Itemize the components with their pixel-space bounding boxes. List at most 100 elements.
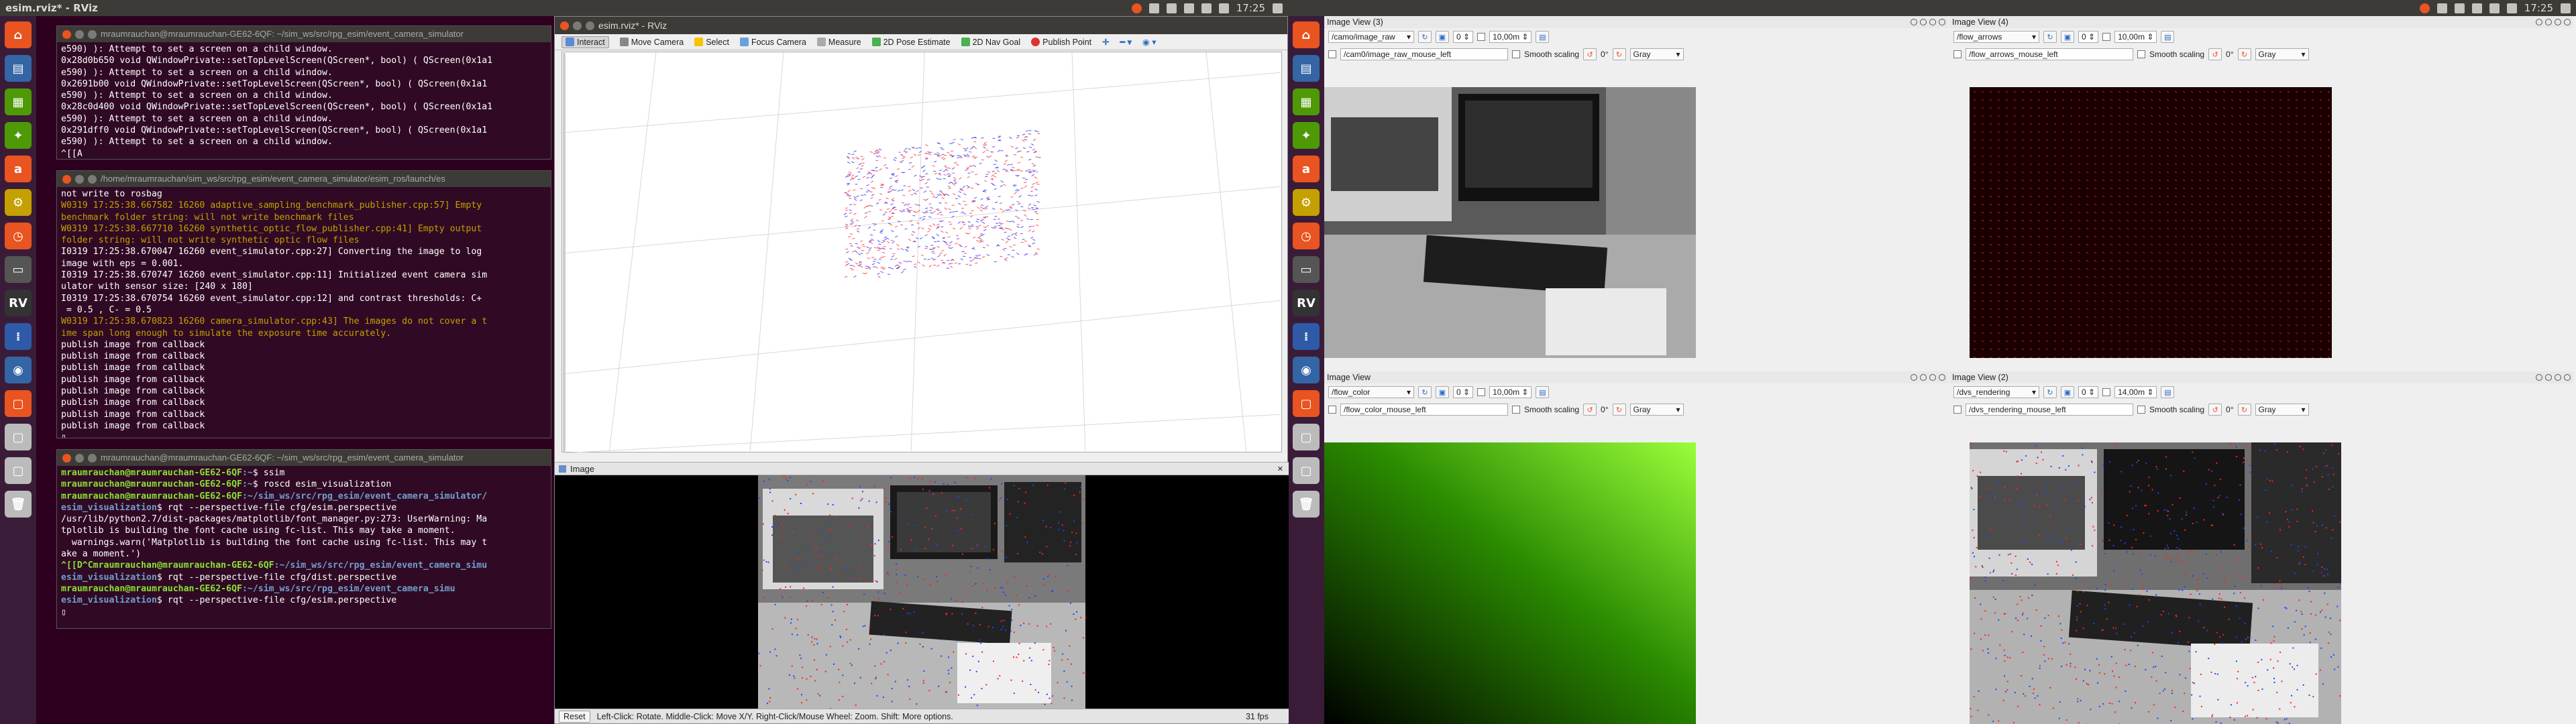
pane-titlebar[interactable]: Image View (4) — [1949, 16, 2573, 28]
range-spinbox[interactable]: 14,00m ⇕ — [2114, 386, 2157, 398]
rotate-right-icon[interactable]: ↻ — [1612, 48, 1626, 60]
pane-titlebar[interactable]: Image View (3) — [1324, 16, 1948, 28]
options-icon[interactable] — [1929, 374, 1936, 381]
terminal-window-2[interactable]: /home/mraumrauchan/sim_ws/src/rpg_esim/e… — [56, 170, 551, 438]
network-icon[interactable] — [2471, 3, 2482, 13]
terminal-window-3[interactable]: mraumrauchan@mraumrauchan-GE62-6QF: ~/si… — [56, 449, 551, 629]
reload-icon[interactable] — [1920, 19, 1927, 25]
launcher-item[interactable]: ▢ — [1293, 424, 1320, 450]
launcher-item[interactable]: a — [5, 156, 32, 182]
zoom-icon[interactable]: ▣ — [2061, 386, 2074, 398]
tool-publish-point[interactable]: Publish Point — [1031, 38, 1091, 47]
gear-icon[interactable] — [2561, 3, 2571, 13]
colormap-select[interactable]: Gray ▾ — [2255, 48, 2309, 60]
range-checkbox[interactable] — [1477, 33, 1486, 41]
chrome-icon[interactable] — [2419, 3, 2430, 13]
rotate-left-icon[interactable]: ↺ — [2208, 404, 2222, 416]
range-checkbox[interactable] — [2102, 33, 2111, 41]
rotate-left-icon[interactable]: ↺ — [1583, 48, 1597, 60]
clock[interactable]: 17:25 — [1236, 2, 1265, 14]
close-icon[interactable] — [62, 29, 71, 39]
terminal-titlebar[interactable]: mraumrauchan@mraumrauchan-GE62-6QF: ~/si… — [57, 450, 551, 466]
help-icon[interactable] — [1911, 19, 1917, 25]
topic-select[interactable]: /flow_color ▾ — [1328, 386, 1414, 398]
minimize-icon[interactable] — [75, 174, 84, 184]
launcher-item[interactable]: ✦ — [5, 122, 32, 149]
add-tool-button[interactable]: ✛ — [1102, 37, 1109, 47]
launcher-item[interactable]: ◷ — [5, 223, 32, 249]
dropbox-icon[interactable] — [1148, 3, 1159, 13]
colormap-select[interactable]: Gray ▾ — [1629, 48, 1684, 60]
launcher-item[interactable]: ⚙ — [1293, 189, 1320, 216]
refresh-icon[interactable]: ↻ — [1418, 31, 1432, 43]
launcher-item[interactable]: ▢ — [1293, 390, 1320, 417]
minimize-icon[interactable] — [75, 29, 84, 39]
terminal-output[interactable]: not write to rosbag W0319 17:25:38.667582… — [57, 187, 551, 438]
help-icon[interactable] — [2536, 374, 2542, 381]
close-icon[interactable] — [2564, 19, 2571, 25]
mouse-publish-checkbox[interactable] — [1953, 50, 1962, 58]
launcher-item[interactable]: ⁞ — [5, 323, 32, 350]
launcher-item[interactable]: ▦ — [1293, 88, 1320, 115]
range-checkbox[interactable] — [2102, 388, 2111, 396]
launcher-item[interactable]: ◉ — [5, 357, 32, 383]
save-icon[interactable]: ▤ — [2161, 386, 2175, 398]
dropbox-icon[interactable] — [2436, 3, 2447, 13]
tool-2d-nav-goal[interactable]: 2D Nav Goal — [961, 38, 1020, 47]
maximize-icon[interactable] — [88, 29, 97, 39]
minimize-icon[interactable] — [75, 453, 84, 463]
rotate-right-icon[interactable]: ↻ — [2237, 404, 2251, 416]
terminal-titlebar[interactable]: /home/mraumrauchan/sim_ws/src/rpg_esim/e… — [57, 171, 551, 187]
rviz-3d-view[interactable] — [561, 52, 1283, 454]
reload-icon[interactable] — [1920, 374, 1927, 381]
colormap-select[interactable]: Gray ▾ — [2255, 404, 2309, 416]
mouse-publish-checkbox[interactable] — [1328, 406, 1336, 414]
smooth-scaling-checkbox[interactable] — [2137, 50, 2145, 58]
rotate-left-icon[interactable]: ↺ — [1583, 404, 1597, 416]
launcher-item[interactable]: 🗑 — [1293, 491, 1320, 518]
rotate-left-icon[interactable]: ↺ — [2208, 48, 2222, 60]
pane-titlebar[interactable]: Image View — [1324, 371, 1948, 383]
options-icon[interactable] — [2555, 19, 2561, 25]
gear-icon[interactable] — [1273, 3, 1283, 13]
launcher-item[interactable]: ⌂ — [1293, 21, 1320, 48]
zoom-spinbox[interactable]: 0 ⇕ — [2078, 386, 2099, 398]
maximize-icon[interactable] — [88, 453, 97, 463]
reset-button[interactable]: Reset — [559, 710, 590, 723]
launcher-item[interactable]: ▤ — [1293, 55, 1320, 82]
remove-tool-button[interactable]: ━ ▾ — [1120, 37, 1132, 47]
tool-interact[interactable]: Interact — [561, 36, 609, 48]
launcher-item[interactable]: ▢ — [5, 424, 32, 450]
clock[interactable]: 17:25 — [2524, 2, 2553, 14]
zoom-spinbox[interactable]: 0 ⇕ — [1453, 31, 1474, 43]
launcher-item[interactable]: ▢ — [1293, 457, 1320, 484]
rviz-titlebar[interactable]: esim.rviz* - RViz — [555, 17, 1287, 34]
terminal-output[interactable]: mraumrauchan@mraumrauchan-GE62-6QF:~$ ss… — [57, 466, 551, 619]
mouse-publish-checkbox[interactable] — [1953, 406, 1962, 414]
launcher-item[interactable]: ▢ — [5, 390, 32, 417]
launcher-item[interactable]: ▭ — [5, 256, 32, 283]
refresh-icon[interactable]: ↻ — [2043, 386, 2057, 398]
save-icon[interactable]: ▤ — [2161, 31, 2175, 43]
keyboard-icon[interactable] — [2454, 3, 2465, 13]
zoom-icon[interactable]: ▣ — [2061, 31, 2074, 43]
rotate-right-icon[interactable]: ↻ — [1612, 404, 1626, 416]
reload-icon[interactable] — [2545, 19, 2552, 25]
help-icon[interactable] — [2536, 19, 2542, 25]
keyboard-icon[interactable] — [1166, 3, 1177, 13]
launcher-item[interactable]: ◷ — [1293, 223, 1320, 249]
launcher-item[interactable]: a — [1293, 156, 1320, 182]
options-icon[interactable] — [2555, 374, 2561, 381]
volume-icon[interactable] — [1218, 3, 1229, 13]
reload-icon[interactable] — [2545, 374, 2552, 381]
close-icon[interactable] — [2564, 374, 2571, 381]
range-spinbox[interactable]: 10,00m ⇕ — [1489, 386, 1532, 398]
launcher-item[interactable]: RV — [1293, 290, 1320, 316]
minimize-icon[interactable] — [573, 21, 582, 30]
mouse-topic-input[interactable]: /flow_arrows_mouse_left — [1966, 48, 2133, 60]
close-icon[interactable] — [62, 453, 71, 463]
terminal-window-1[interactable]: mraumrauchan@mraumrauchan-GE62-6QF: ~/si… — [56, 25, 551, 160]
save-icon[interactable]: ▤ — [1536, 386, 1550, 398]
zoom-spinbox[interactable]: 0 ⇕ — [2078, 31, 2099, 43]
refresh-icon[interactable]: ↻ — [2043, 31, 2057, 43]
